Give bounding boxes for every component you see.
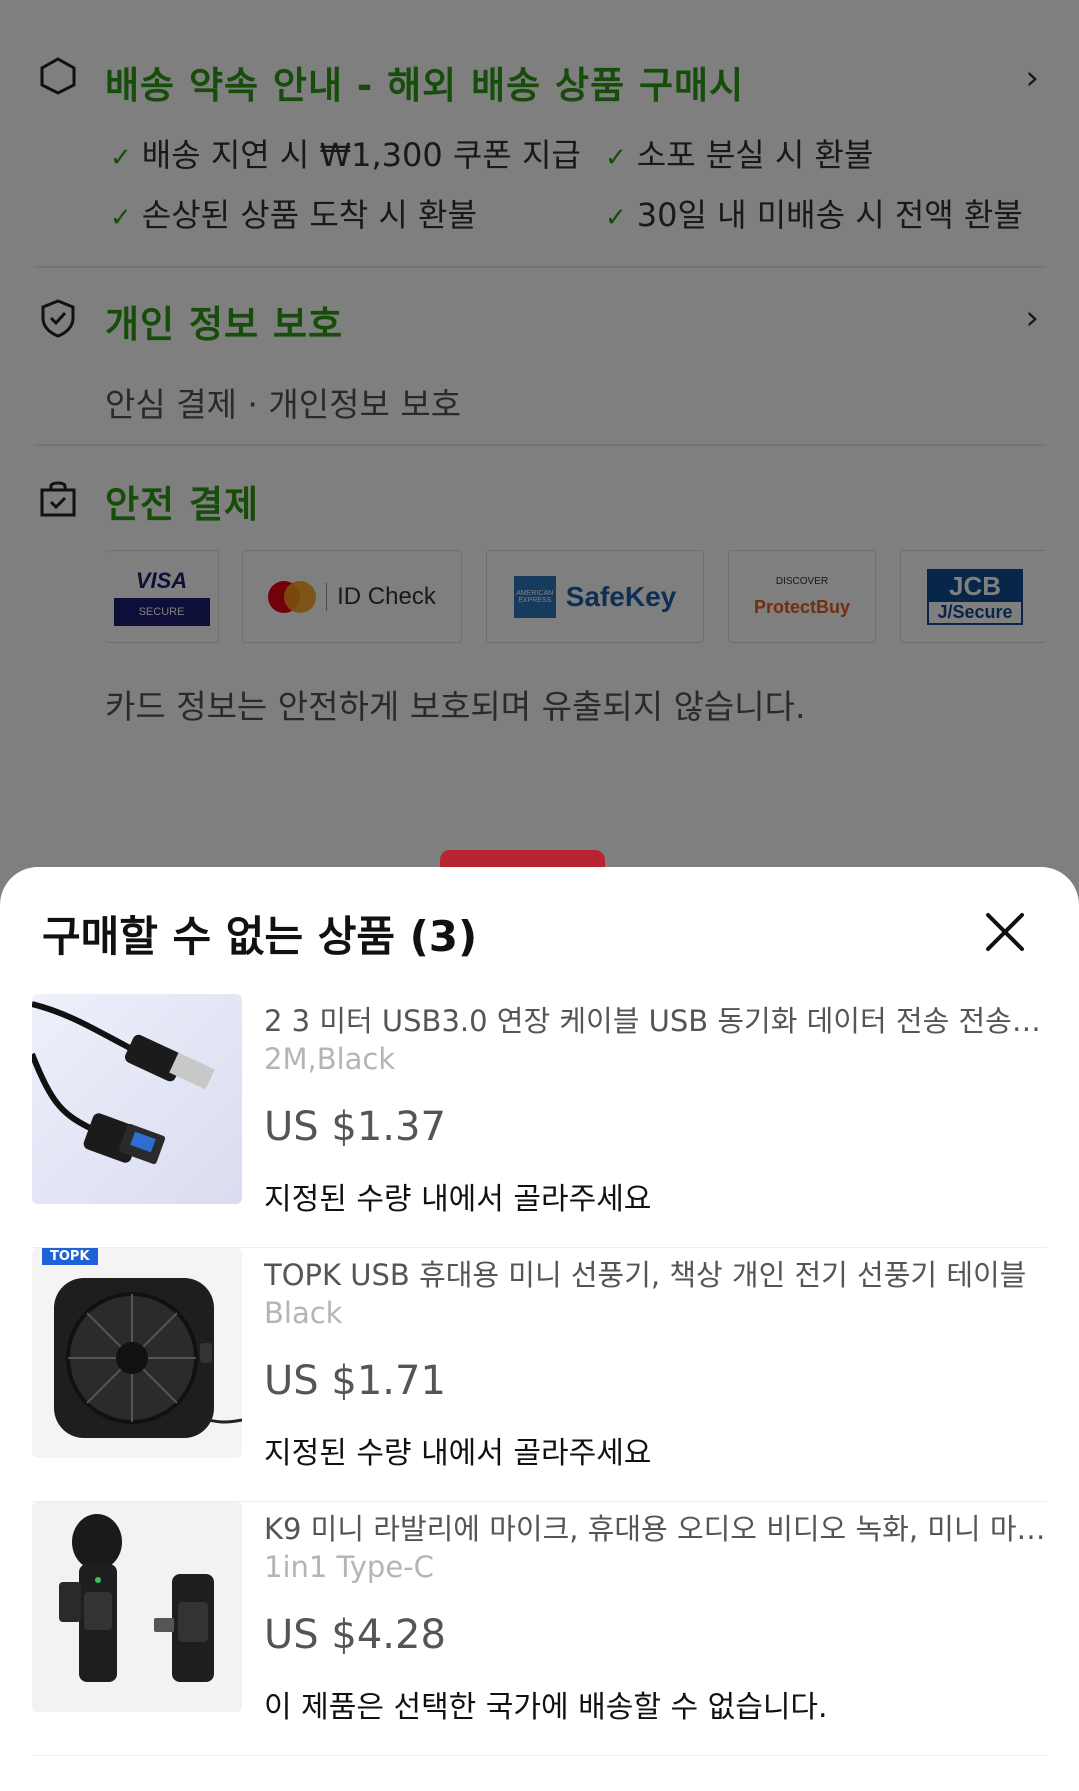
unavailable-item[interactable]: 2 3 미터 USB3.0 연장 케이블 USB 동기화 데이터 전송 전송 수… — [0, 994, 1079, 1249]
divider — [32, 1755, 1047, 1756]
product-image-usb-cable — [32, 994, 242, 1204]
item-variant: 2M,Black — [264, 1042, 396, 1076]
item-unavailable-reason: 지정된 수량 내에서 골라주세요 — [264, 1182, 652, 1217]
item-title[interactable]: K9 미니 라발리에 마이크, 휴대용 오디오 비디오 녹화, 미니 마이크 — [264, 1506, 1050, 1548]
unavailable-item[interactable]: TOPK TOPK USB 휴대용 미니 선풍기, 책상 개인 전기 선풍기 테… — [0, 1248, 1079, 1503]
unavailable-item[interactable]: K9 미니 라발리에 마이크, 휴대용 오디오 비디오 녹화, 미니 마이크 1… — [0, 1502, 1079, 1757]
item-unavailable-reason: 지정된 수량 내에서 골라주세요 — [264, 1436, 652, 1471]
item-title[interactable]: TOPK USB 휴대용 미니 선풍기, 책상 개인 전기 선풍기 테이블 — [264, 1252, 1050, 1294]
item-price: US $4.28 — [264, 1612, 446, 1658]
item-unavailable-reason: 이 제품은 선택한 국가에 배송할 수 없습니다. — [264, 1690, 828, 1725]
item-variant: 1in1 Type-C — [264, 1550, 434, 1584]
item-price: US $1.71 — [264, 1358, 446, 1404]
item-title[interactable]: 2 3 미터 USB3.0 연장 케이블 USB 동기화 데이터 전송 전송 수… — [264, 998, 1050, 1040]
close-icon[interactable] — [980, 907, 1030, 957]
item-variant: Black — [264, 1296, 343, 1330]
sheet-title: 구매할 수 없는 상품 (3) — [42, 912, 478, 961]
item-price: US $1.37 — [264, 1104, 446, 1150]
unavailable-items-sheet: 구매할 수 없는 상품 (3) 2 3 미터 USB3.0 연장 케이블 USB… — [0, 867, 1079, 1791]
brand-badge: TOPK — [42, 1248, 98, 1265]
product-image-lavalier-mic — [32, 1502, 242, 1712]
product-image-mini-fan: TOPK — [32, 1248, 242, 1458]
